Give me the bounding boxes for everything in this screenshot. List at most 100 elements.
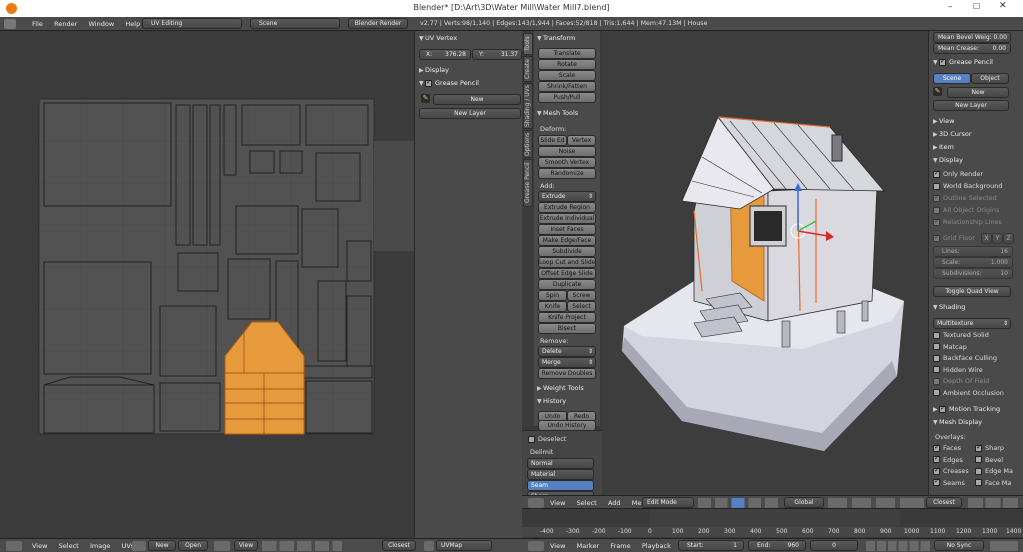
uv-editor-type-icon[interactable] xyxy=(6,541,22,551)
timeline[interactable]: -400 -300 -200 -100 0 100 200 300 400 50… xyxy=(522,509,1023,538)
grease-pencil-header[interactable]: ▼Grease Pencil xyxy=(419,78,479,88)
gp-scene-tab[interactable]: Scene xyxy=(933,73,971,84)
minimize-icon[interactable]: – xyxy=(948,2,953,12)
timeline-menu-playback[interactable]: Playback xyxy=(642,542,671,550)
maximize-icon[interactable]: ☐ xyxy=(973,2,980,11)
extrude-region-button[interactable]: Extrude Region xyxy=(538,202,596,213)
extrude-individual-button[interactable]: Extrude Individual xyxy=(538,213,596,224)
knife-button[interactable]: Knife xyxy=(538,301,567,312)
world-background-option[interactable]: World Background xyxy=(933,182,1019,194)
only-render-checkbox[interactable] xyxy=(933,169,940,178)
overlay-seams-checkbox[interactable] xyxy=(933,477,940,487)
backface-culling-option[interactable]: Backface Culling xyxy=(933,354,1019,366)
make-edge-face-button[interactable]: Make Edge/Face xyxy=(538,235,596,246)
pivot-icon[interactable] xyxy=(214,541,230,551)
overlay-face-marks-option[interactable]: Face Ma xyxy=(975,479,1021,491)
tab-options[interactable]: Options xyxy=(523,130,533,158)
mean-crease-field[interactable]: Mean Crease: 0.00 xyxy=(933,43,1011,54)
toggle-quad-view-button[interactable]: Toggle Quad View xyxy=(933,286,1011,297)
matcap-checkbox[interactable] xyxy=(933,343,940,351)
orientation-dropdown[interactable]: Global xyxy=(784,497,824,508)
motion-tracking-checkbox[interactable] xyxy=(939,404,946,413)
overlay-edge-marks-checkbox[interactable] xyxy=(975,467,982,475)
relationship-lines-option[interactable]: Relationship Lines xyxy=(933,217,1019,230)
3d-viewport[interactable] xyxy=(602,31,928,495)
overlay-faces-checkbox[interactable] xyxy=(933,443,940,452)
image-new-button[interactable]: New xyxy=(148,540,176,551)
loop-cut-button[interactable]: Loop Cut and Slide xyxy=(538,257,596,268)
info-editor-icon[interactable] xyxy=(4,19,16,29)
view3d-editor-type-icon[interactable] xyxy=(528,498,544,508)
transform-header[interactable]: ▼Transform xyxy=(537,34,575,42)
overlay-sharp-checkbox[interactable] xyxy=(975,443,982,452)
shading-icons[interactable] xyxy=(698,498,778,508)
grease-new-button[interactable]: New xyxy=(433,94,521,105)
overlay-edges-checkbox[interactable] xyxy=(933,454,940,464)
uvmap-selector[interactable]: UVMap xyxy=(436,540,492,551)
relationship-lines-checkbox[interactable] xyxy=(933,217,940,226)
scale-button[interactable]: Scale xyxy=(538,70,596,81)
start-frame-field[interactable]: Start: 1 xyxy=(678,540,744,551)
backface-culling-checkbox[interactable] xyxy=(933,354,940,362)
smooth-vertex-button[interactable]: Smooth Vertex xyxy=(538,157,596,168)
depth-of-field-checkbox[interactable] xyxy=(933,377,940,385)
grid-subdivisions-field[interactable]: Subdivisions: 10 xyxy=(933,268,1013,279)
deselect-checkbox[interactable] xyxy=(528,435,535,443)
uv-layout-canvas[interactable] xyxy=(0,31,414,538)
keying-icons[interactable] xyxy=(990,541,1018,551)
render-engine-selector[interactable]: Blender Render xyxy=(348,18,408,29)
grid-scale-field[interactable]: Scale: 1.000 xyxy=(933,257,1013,268)
mode-dropdown[interactable]: Edit Mode xyxy=(642,497,694,508)
playback-controls[interactable] xyxy=(866,541,930,551)
shrink-fatten-button[interactable]: Shrink/Fatten xyxy=(538,81,596,92)
grid-y-toggle[interactable]: Y xyxy=(992,233,1003,244)
remove-doubles-button[interactable]: Remove Doubles xyxy=(538,368,596,379)
item-header[interactable]: ▶Item xyxy=(933,143,954,151)
view3d-menu-view[interactable]: View xyxy=(550,499,565,507)
vertex-slide-button[interactable]: Vertex xyxy=(567,135,596,146)
gp-new-layer-button[interactable]: New Layer xyxy=(933,100,1009,111)
duplicate-button[interactable]: Duplicate xyxy=(538,279,596,290)
delete-dropdown[interactable]: Delete ⇕ xyxy=(538,346,596,357)
delimit-material[interactable]: Material xyxy=(527,469,594,480)
grease-pencil-header-3d[interactable]: ▼Grease Pencil xyxy=(933,57,993,67)
overlay-seams-option[interactable]: Seams xyxy=(933,477,975,491)
spin-button[interactable]: Spin xyxy=(538,290,567,301)
uv-y-field[interactable]: Y: 31.37 xyxy=(472,49,522,60)
deselect-option[interactable]: Deselect xyxy=(528,435,566,443)
mesh-tools-header[interactable]: ▼Mesh Tools xyxy=(537,109,578,117)
mesh-display-header[interactable]: ▼Mesh Display xyxy=(933,418,982,426)
outline-selected-checkbox[interactable] xyxy=(933,193,940,202)
menu-help[interactable]: Help xyxy=(125,20,140,28)
knife-select-button[interactable]: Select xyxy=(567,301,596,312)
image-open-button[interactable]: Open xyxy=(178,540,208,551)
slide-edge-button[interactable]: Slide Ed xyxy=(538,135,567,146)
grid-floor-checkbox[interactable] xyxy=(933,233,940,242)
uv-select-mode-icons[interactable] xyxy=(262,541,342,551)
timeline-menu-marker[interactable]: Marker xyxy=(577,542,599,550)
display-header[interactable]: ▶Display xyxy=(419,66,449,74)
uv-menu-select[interactable]: Select xyxy=(59,542,79,550)
grease-pencil-3d-checkbox[interactable] xyxy=(939,57,946,66)
overlay-sharp-option[interactable]: Sharp xyxy=(975,443,1021,456)
menu-render[interactable]: Render xyxy=(54,20,77,28)
motion-tracking-header[interactable]: ▶Motion Tracking xyxy=(933,404,1000,414)
screw-button[interactable]: Screw xyxy=(567,290,596,301)
grid-z-toggle[interactable]: Z xyxy=(1003,233,1014,244)
hidden-wire-option[interactable]: Hidden Wire xyxy=(933,366,1019,378)
weight-tools-header[interactable]: ▶Weight Tools xyxy=(537,384,584,392)
mean-bevel-field[interactable]: Mean Bevel Weig: 0.00 xyxy=(933,32,1011,43)
uv-x-field[interactable]: X: 376.28 xyxy=(419,49,471,60)
current-frame-field[interactable]: 0 xyxy=(810,540,858,551)
hidden-wire-checkbox[interactable] xyxy=(933,366,940,374)
image-browse-icon[interactable] xyxy=(132,541,146,551)
outline-selected-option[interactable]: Outline Selected xyxy=(933,193,1019,206)
layer-icons[interactable] xyxy=(828,498,924,508)
menu-file[interactable]: File xyxy=(32,20,43,28)
scene-selector[interactable]: Scene xyxy=(250,18,340,29)
end-frame-field[interactable]: End: 960 xyxy=(748,540,806,551)
ambient-occlusion-option[interactable]: Ambient Occlusion xyxy=(933,389,1019,401)
world-background-checkbox[interactable] xyxy=(933,182,940,190)
extrude-dropdown[interactable]: Extrude ⇕ xyxy=(538,191,596,202)
overlay-bevel-checkbox[interactable] xyxy=(975,456,982,464)
